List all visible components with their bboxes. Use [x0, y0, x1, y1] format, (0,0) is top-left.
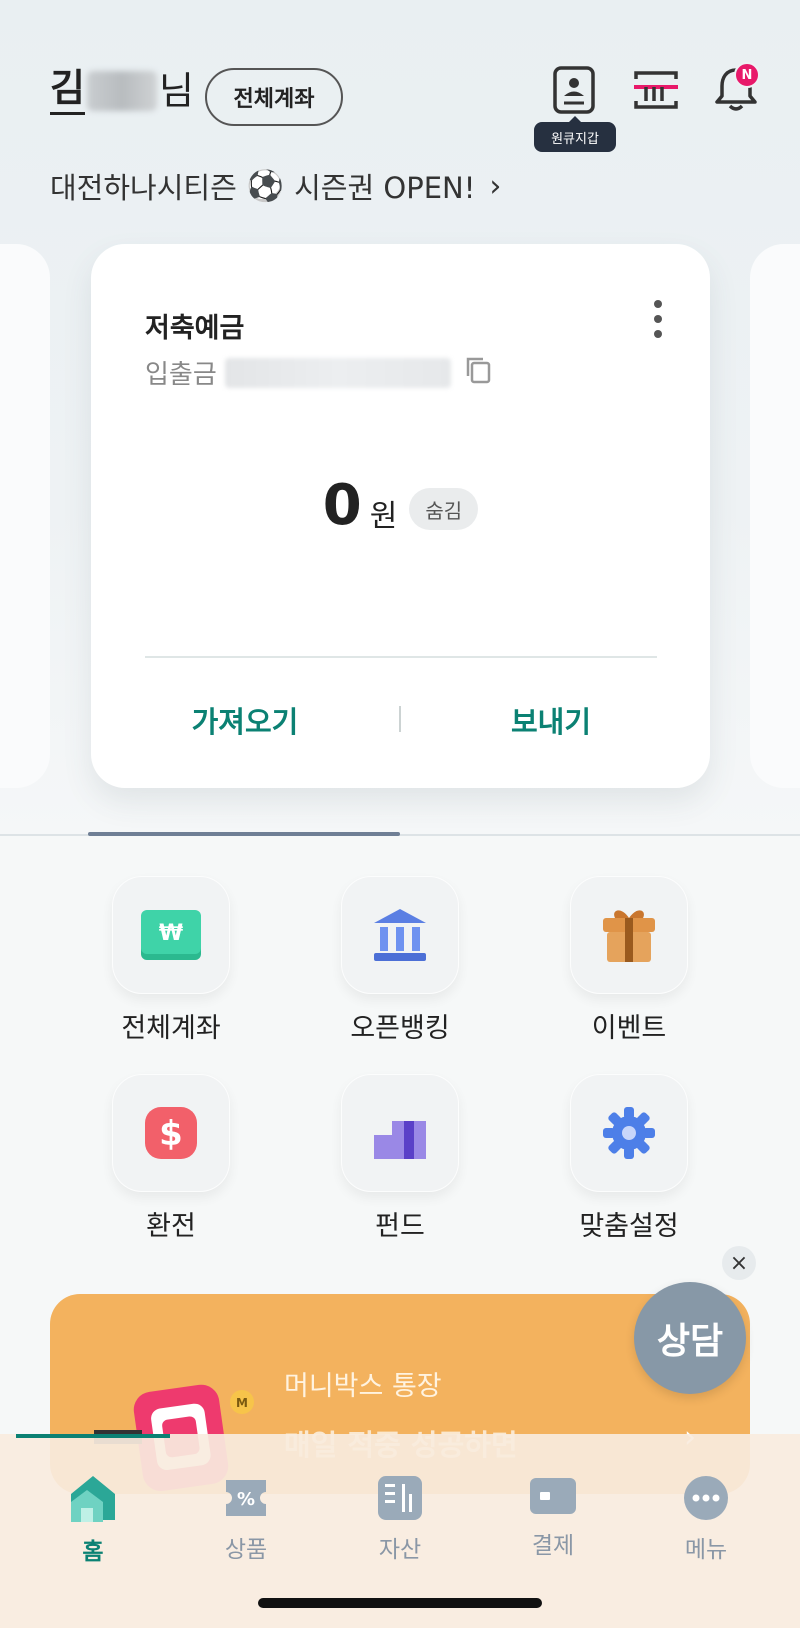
scan-pay-icon[interactable] — [628, 62, 684, 118]
tab-label: 상품 — [224, 1537, 268, 1563]
tab-menu[interactable]: 메뉴 — [646, 1474, 766, 1564]
quick-menu-label: 이벤트 — [591, 1013, 667, 1044]
home-indicator[interactable] — [258, 1598, 542, 1608]
quick-menu-all-accounts[interactable]: ₩ 전체계좌 — [91, 876, 251, 1045]
hide-balance-button[interactable]: 숨김 — [409, 488, 479, 530]
close-icon[interactable]: × — [722, 1246, 756, 1280]
gift-icon — [570, 876, 688, 994]
card-divider — [145, 656, 657, 658]
quick-menu-custom-settings[interactable]: 맞춤설정 — [549, 1074, 709, 1243]
copy-icon[interactable] — [463, 354, 493, 388]
quick-menu-label: 전체계좌 — [121, 1013, 221, 1044]
fund-chart-icon — [341, 1074, 459, 1192]
send-button[interactable]: 보내기 — [451, 690, 651, 750]
quick-menu-label: 맞춤설정 — [579, 1211, 679, 1242]
quick-menu-open-banking[interactable]: 오픈뱅킹 — [320, 876, 480, 1045]
card-pager-thumb — [88, 832, 400, 836]
payment-card-icon — [530, 1478, 576, 1514]
svg-text:%: % — [237, 1489, 255, 1510]
assets-icon — [378, 1476, 422, 1520]
dot — [654, 315, 662, 323]
svg-text:₩: ₩ — [159, 921, 183, 946]
tab-label: 자산 — [378, 1537, 422, 1563]
user-name-first: 김 — [50, 66, 85, 115]
quick-menu-label: 펀드 — [375, 1211, 425, 1242]
account-type: 입출금 — [145, 360, 217, 390]
ad-subtitle: 머니박스 통장 — [284, 1371, 442, 1402]
counsel-button[interactable]: 상담 — [634, 1282, 746, 1394]
quick-menu-fund[interactable]: 펀드 — [320, 1074, 480, 1243]
gear-icon — [570, 1074, 688, 1192]
quick-menu-label: 오픈뱅킹 — [350, 1013, 450, 1044]
user-name-masked — [86, 70, 157, 111]
account-subtitle: 입출금 — [145, 354, 451, 391]
tab-payment[interactable]: 결제 — [493, 1474, 613, 1560]
wallet-id-icon[interactable] — [546, 62, 602, 118]
next-account-card[interactable] — [750, 244, 800, 788]
tab-home[interactable]: 홈 — [33, 1474, 153, 1566]
wallet-tooltip: 원큐지갑 — [534, 116, 616, 152]
home-icon — [71, 1476, 115, 1522]
promo-text-after: 시즌권 OPEN! — [294, 171, 476, 205]
notification-badge: N — [734, 62, 760, 88]
more-horizontal-icon — [684, 1476, 728, 1520]
tab-label: 홈 — [82, 1539, 104, 1565]
account-card[interactable]: 저축예금 입출금 0 원 숨김 가져오기 보내기 — [91, 244, 710, 788]
previous-account-card[interactable] — [0, 244, 50, 788]
promo-banner-link[interactable]: 대전하나시티즌 ⚽ 시즌권 OPEN! › — [50, 164, 501, 208]
tab-label: 메뉴 — [684, 1537, 728, 1563]
balance-row: 0 원 숨김 — [91, 476, 710, 536]
soccer-ball-icon: ⚽ — [246, 168, 285, 204]
quick-menu-event[interactable]: 이벤트 — [549, 876, 709, 1045]
svg-text:$: $ — [159, 1114, 183, 1154]
dot — [654, 300, 662, 308]
chevron-right-icon: › — [489, 168, 502, 204]
more-options-icon[interactable] — [643, 296, 673, 342]
won-card-icon: ₩ — [112, 876, 230, 994]
account-title: 저축예금 — [145, 313, 245, 344]
dollar-icon: $ — [112, 1074, 230, 1192]
tab-assets[interactable]: 자산 — [340, 1474, 460, 1564]
button-separator — [399, 706, 401, 732]
promo-text-before: 대전하나시티즌 — [50, 171, 237, 205]
quick-menu-label: 환전 — [146, 1211, 196, 1242]
quick-menu-exchange[interactable]: $ 환전 — [91, 1074, 251, 1243]
coupon-icon: % — [226, 1480, 266, 1516]
balance-unit: 원 — [369, 499, 398, 534]
account-number-masked — [224, 357, 451, 388]
bank-icon — [341, 876, 459, 994]
scroll-progress-bar — [16, 1434, 170, 1438]
balance-amount: 0 — [322, 473, 362, 538]
dot — [654, 330, 662, 338]
user-name-suffix: 님 — [158, 68, 194, 113]
import-button[interactable]: 가져오기 — [145, 690, 345, 750]
tab-products[interactable]: % 상품 — [186, 1474, 306, 1564]
all-accounts-button[interactable]: 전체계좌 — [205, 68, 343, 126]
tab-label: 결제 — [531, 1533, 575, 1559]
svg-text:M: M — [236, 1396, 248, 1410]
user-greeting[interactable]: 김 님 — [50, 66, 194, 115]
